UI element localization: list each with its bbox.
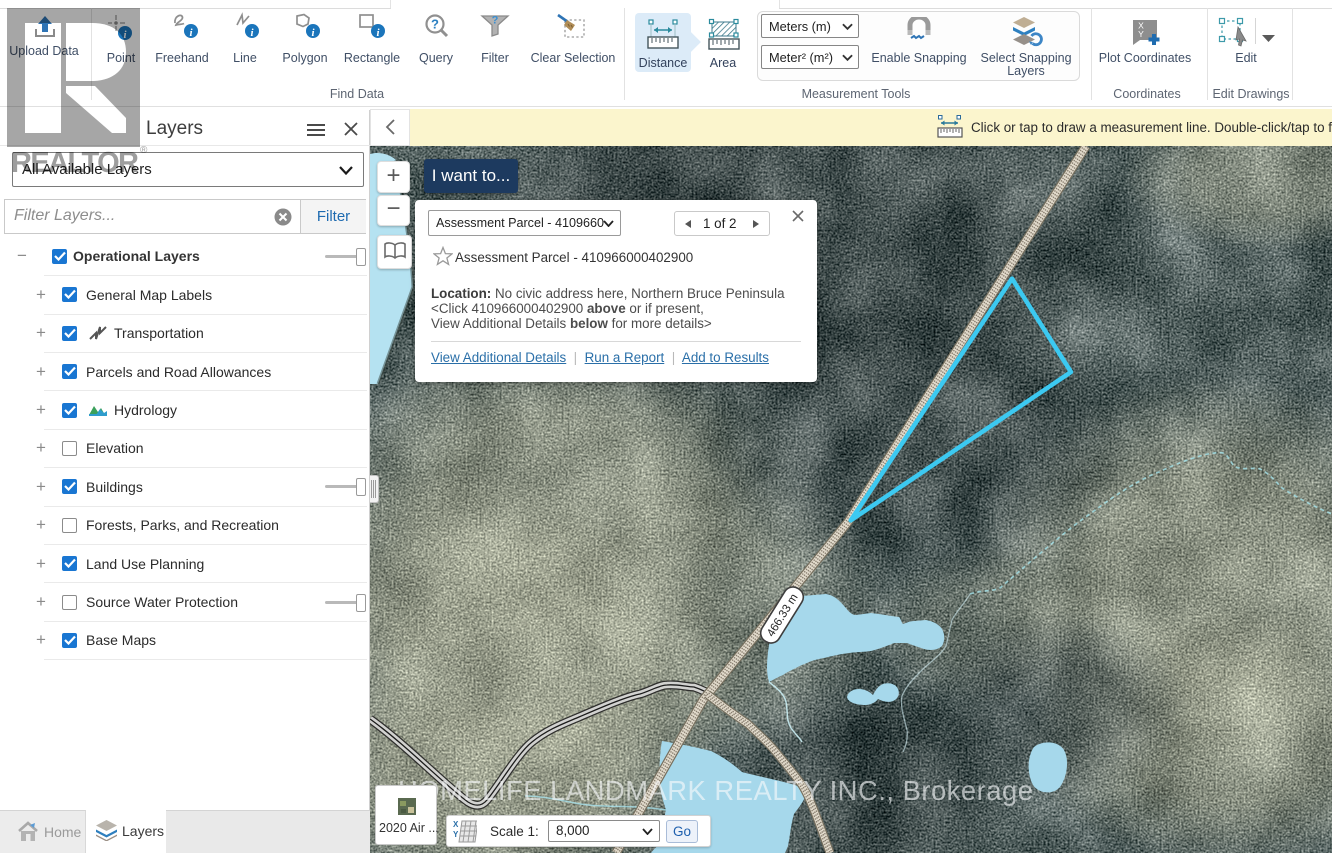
svg-text:?: ? [431, 17, 439, 32]
svg-text:Y: Y [1138, 29, 1144, 39]
svg-text:X: X [453, 820, 459, 829]
svg-text:?: ? [492, 15, 499, 27]
svg-text:Y: Y [453, 830, 459, 839]
